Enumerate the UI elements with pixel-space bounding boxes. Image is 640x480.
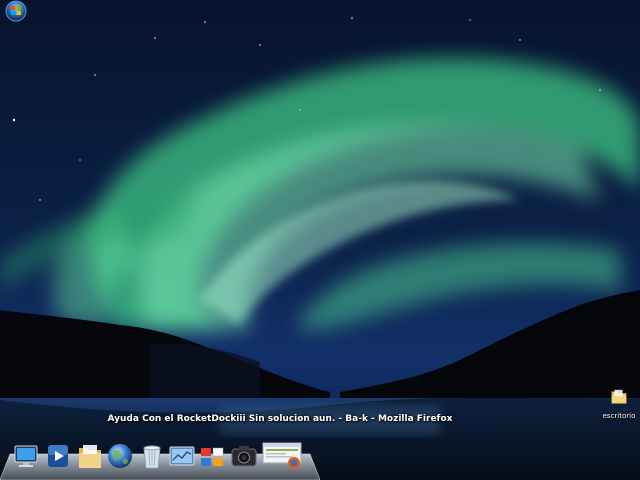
dock-item-camera[interactable]	[230, 441, 258, 471]
firefox-window-icon	[262, 442, 302, 469]
camera-icon	[231, 446, 257, 467]
start-button[interactable]	[3, 0, 29, 22]
computer-icon	[14, 445, 38, 467]
globe-icon	[108, 444, 132, 468]
recycle-bin-icon	[143, 445, 161, 469]
desktop-icon-escritorio[interactable]: escritorio	[598, 388, 640, 420]
dock-item-computer[interactable]	[12, 441, 40, 471]
windows-orb-icon	[5, 0, 27, 22]
dock-item-apps-stack[interactable]	[198, 441, 226, 471]
desktop-icon-label: escritorio	[602, 412, 636, 420]
dock-item-control-panel[interactable]	[168, 441, 196, 471]
dock-item-firefox-window[interactable]	[262, 441, 302, 471]
dock-item-recycle-bin[interactable]	[138, 441, 166, 471]
desktop-wallpaper	[0, 0, 640, 480]
dock-item-media-player[interactable]	[44, 441, 72, 471]
folder-icon	[611, 389, 627, 404]
dock-item-internet[interactable]	[106, 441, 134, 471]
dock-tooltip: Ayuda Con el RocketDockiii Sin solucion …	[107, 414, 453, 424]
apps-stack-icon	[201, 447, 224, 466]
documents-folder-icon	[79, 445, 101, 468]
media-player-icon	[48, 445, 68, 467]
control-panel-icon	[169, 446, 195, 466]
dock-item-documents[interactable]	[76, 441, 104, 471]
